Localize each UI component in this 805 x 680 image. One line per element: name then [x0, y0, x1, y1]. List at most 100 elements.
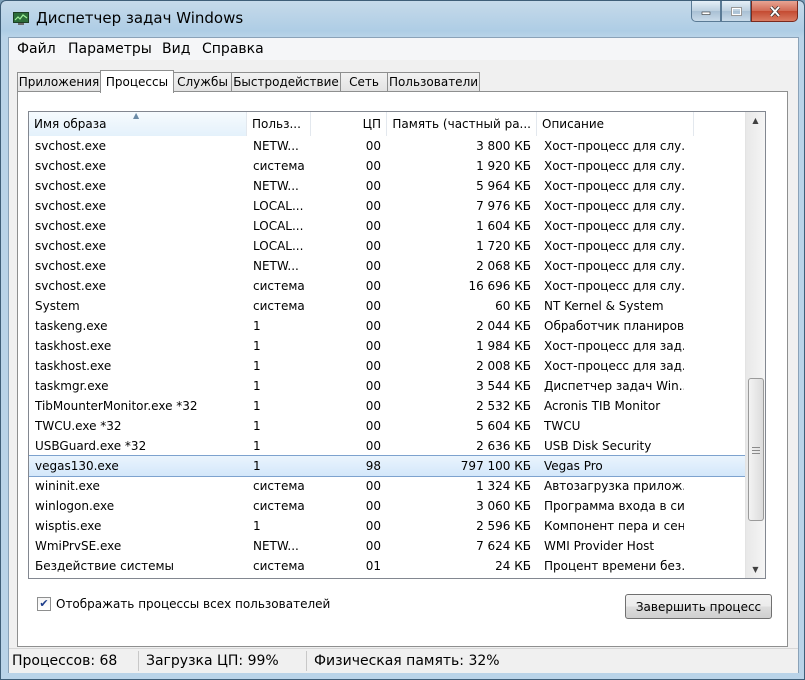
menu-help[interactable]: Справка	[202, 41, 264, 57]
cell-image-name: taskeng.exe	[35, 319, 108, 333]
table-row[interactable]: TibMounterMonitor.exe *32 1 00 2 532 КБ Acro…	[29, 396, 746, 416]
caption-buttons	[691, 1, 798, 23]
table-row[interactable]: USBGuard.exe *32 1 00 2 636 КБ USB Disk Secu…	[29, 436, 746, 456]
column-image-name-label: Имя образа	[34, 117, 107, 131]
table-row[interactable]: Бездействие системы система 01 24 КБ Процент…	[29, 556, 746, 576]
cell-cpu: 00	[365, 419, 381, 433]
minimize-icon	[701, 11, 711, 15]
show-all-users-option[interactable]: ✔ Отображать процессы всех пользователей	[37, 596, 330, 612]
status-cpu-load: Загрузка ЦП: 99%	[143, 651, 307, 671]
cell-image-name: taskhost.exe	[35, 339, 112, 353]
cell-image-name: svchost.exe	[35, 279, 106, 293]
table-row[interactable]: svchost.exe LOCAL... 00 7 976 КБ Хост-процес…	[29, 196, 746, 216]
cell-description: TWCU	[544, 419, 581, 433]
process-list[interactable]: ▲ Имя образа Польз... ЦП Память (частный…	[28, 111, 766, 579]
tab-applications[interactable]: Приложения	[17, 72, 101, 91]
cell-cpu: 00	[365, 139, 381, 153]
cell-cpu: 00	[365, 179, 381, 193]
cell-image-name: wisptis.exe	[35, 519, 102, 533]
column-user[interactable]: Польз...	[247, 112, 311, 136]
table-row[interactable]: winlogon.exe система 00 3 060 КБ Программа в…	[29, 496, 746, 516]
cell-image-name: USBGuard.exe *32	[35, 439, 147, 453]
table-row[interactable]: svchost.exe NETW... 00 3 800 КБ Хост-процесс…	[29, 136, 746, 156]
cell-description: Обработчик планиров...	[544, 319, 684, 333]
table-row[interactable]: wisptis.exe 1 00 2 596 КБ Компонент пера и с…	[29, 516, 746, 536]
column-image-name[interactable]: ▲ Имя образа	[29, 112, 247, 136]
cell-user: 1	[253, 419, 261, 433]
cell-description: Хост-процесс для зад...	[544, 339, 684, 353]
cell-cpu: 00	[365, 279, 381, 293]
cell-user: NETW...	[253, 139, 299, 153]
column-description[interactable]: Описание	[537, 112, 694, 136]
maximize-button[interactable]	[721, 1, 751, 22]
scroll-up-button[interactable]: ▲	[746, 112, 765, 129]
table-row[interactable]: svchost.exe NETW... 00 2 068 КБ Хост-процесс…	[29, 256, 746, 276]
table-row[interactable]: TWCU.exe *32 1 00 5 604 КБ TWCU	[29, 416, 746, 436]
vertical-scrollbar[interactable]: ▲ ▼	[745, 112, 765, 578]
cell-image-name: svchost.exe	[35, 219, 106, 233]
cell-memory: 24 КБ	[495, 559, 531, 573]
menu-view[interactable]: Вид	[162, 41, 190, 57]
table-row[interactable]: svchost.exe LOCAL... 00 1 720 КБ Хост-процес…	[29, 236, 746, 256]
table-row-selected[interactable]: vegas130.exe 1 98 797 100 КБ Vegas Pro	[29, 455, 747, 477]
cell-cpu: 00	[365, 199, 381, 213]
cell-description: Хост-процесс для слу...	[544, 219, 684, 233]
cell-description: Автозагрузка прилож...	[544, 479, 684, 493]
scrollbar-thumb[interactable]	[748, 378, 764, 521]
cell-memory: 7 624 КБ	[476, 539, 531, 553]
cell-cpu: 00	[365, 319, 381, 333]
tab-performance[interactable]: Быстродействие	[231, 72, 341, 91]
cell-user: 1	[253, 339, 261, 353]
tab-network[interactable]: Сеть	[340, 72, 388, 91]
table-row[interactable]: taskhost.exe 1 00 1 984 КБ Хост-процесс для …	[29, 336, 746, 356]
cell-user: 1	[253, 399, 261, 413]
cell-description: Хост-процесс для слу...	[544, 239, 684, 253]
cell-memory: 3 060 КБ	[476, 499, 531, 513]
table-row[interactable]: taskhost.exe 1 00 2 008 КБ Хост-процесс для …	[29, 356, 746, 376]
menu-file[interactable]: Файл	[17, 41, 56, 57]
close-icon	[769, 5, 780, 17]
table-row[interactable]: svchost.exe NETW... 00 5 964 КБ Хост-процесс…	[29, 176, 746, 196]
table-row[interactable]: svchost.exe LOCAL... 00 1 604 КБ Хост-процес…	[29, 216, 746, 236]
cell-memory: 16 696 КБ	[468, 279, 531, 293]
show-all-users-checkbox[interactable]: ✔	[37, 597, 51, 611]
minimize-button[interactable]	[691, 1, 721, 22]
cell-cpu: 00	[365, 519, 381, 533]
column-cpu[interactable]: ЦП	[311, 112, 387, 136]
status-bar: Процессов: 68 Загрузка ЦП: 99% Физическа…	[9, 648, 798, 673]
status-process-count: Процессов: 68	[9, 651, 139, 671]
cell-cpu: 00	[365, 479, 381, 493]
table-row[interactable]: svchost.exe система 00 1 920 КБ Хост-процесс…	[29, 156, 746, 176]
cell-memory: 5 964 КБ	[476, 179, 531, 193]
cell-cpu: 00	[365, 339, 381, 353]
cell-image-name: WmiPrvSE.exe	[35, 539, 122, 553]
tab-users[interactable]: Пользователи	[387, 72, 480, 91]
table-row[interactable]: taskmgr.exe 1 00 3 544 КБ Диспетчер задач Wi…	[29, 376, 746, 396]
cell-cpu: 00	[365, 359, 381, 373]
menu-options[interactable]: Параметры	[68, 41, 152, 57]
tab-strip: Приложения Процессы Службы Быстродействи…	[9, 70, 798, 93]
cell-description: USB Disk Security	[544, 439, 652, 453]
table-row[interactable]: WmiPrvSE.exe NETW... 00 7 624 КБ WMI Provide…	[29, 536, 746, 556]
table-row[interactable]: wininit.exe система 00 1 324 КБ Автозагрузка…	[29, 476, 746, 496]
cell-memory: 2 044 КБ	[476, 319, 531, 333]
cell-cpu: 00	[365, 299, 381, 313]
cell-description: Хост-процесс для слу...	[544, 259, 684, 273]
tab-services[interactable]: Службы	[173, 72, 232, 91]
maximize-icon	[730, 6, 742, 16]
cell-image-name: vegas130.exe	[35, 459, 119, 473]
close-button[interactable]	[751, 1, 798, 22]
table-row[interactable]: System система 00 60 КБ NT Kernel & System	[29, 296, 746, 316]
column-memory[interactable]: Память (частный ра...	[387, 112, 537, 136]
cell-image-name: svchost.exe	[35, 259, 106, 273]
table-row[interactable]: taskeng.exe 1 00 2 044 КБ Обработчик планиро…	[29, 316, 746, 336]
end-process-button[interactable]: Завершить процесс	[625, 594, 772, 619]
table-row[interactable]: svchost.exe система 00 16 696 КБ Хост-процес…	[29, 276, 746, 296]
cell-image-name: taskmgr.exe	[35, 379, 109, 393]
tab-processes[interactable]: Процессы	[100, 70, 174, 93]
cell-image-name: winlogon.exe	[35, 499, 115, 513]
title-bar[interactable]: Диспетчер задач Windows	[1, 1, 804, 37]
cell-cpu: 00	[365, 159, 381, 173]
cell-description: Программа входа в си...	[544, 499, 684, 513]
scroll-down-button[interactable]: ▼	[746, 561, 765, 578]
